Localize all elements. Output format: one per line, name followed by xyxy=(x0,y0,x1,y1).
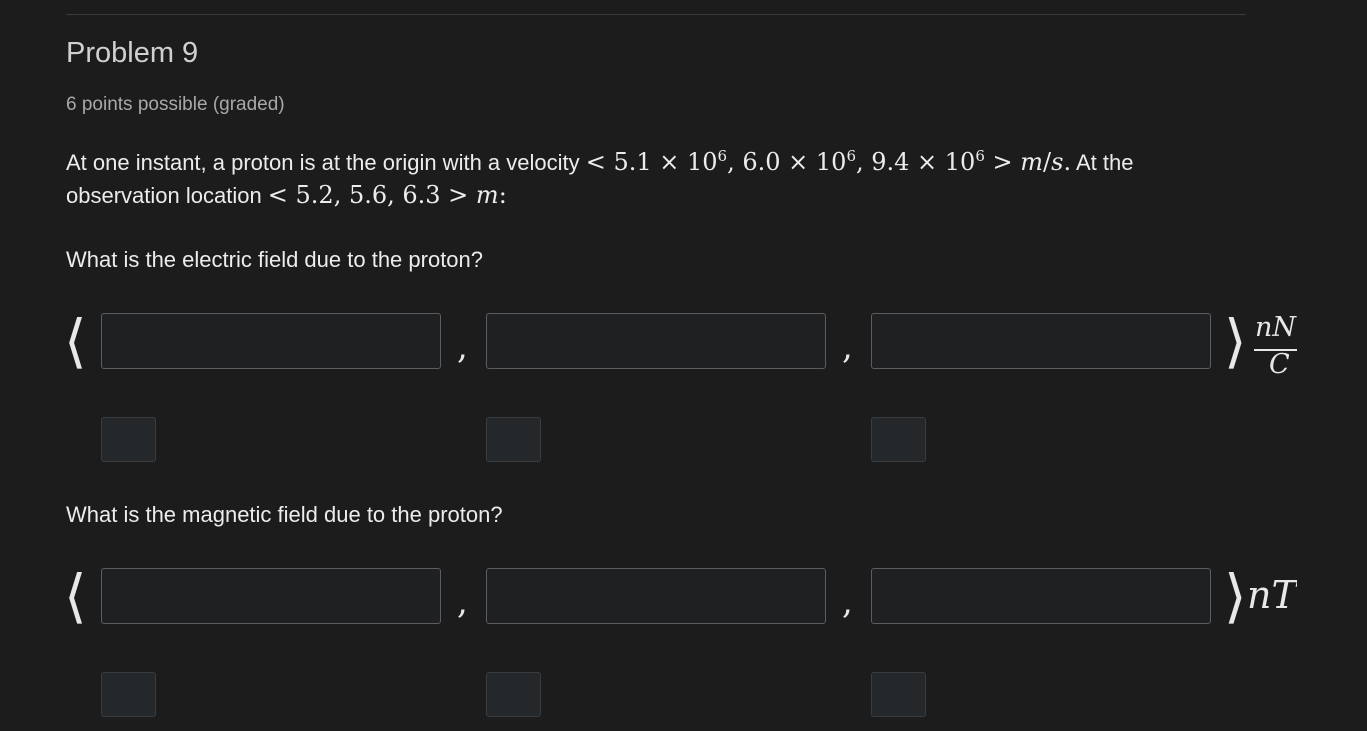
location-math: < 5.2, 5.6, 6.3 > m: xyxy=(267,181,507,209)
electric-comma-1: , xyxy=(457,327,468,367)
statement-prefix: At one instant, a proton is at the origi… xyxy=(66,150,586,175)
problem-statement: At one instant, a proton is at the origi… xyxy=(66,146,1246,212)
electric-right-bracket: ⟩ xyxy=(1224,307,1247,375)
magnetic-x-input[interactable] xyxy=(101,568,441,624)
magnetic-comma-2: , xyxy=(842,582,853,622)
top-divider xyxy=(66,14,1246,15)
magnetic-unit: nT xyxy=(1247,573,1297,617)
electric-field-question: What is the electric field due to the pr… xyxy=(66,247,484,272)
electric-comma-2: , xyxy=(842,327,853,367)
problem-title: Problem 9 xyxy=(66,37,199,69)
electric-x-status xyxy=(101,417,156,462)
electric-z-input[interactable] xyxy=(871,313,1211,369)
electric-unit: nN C xyxy=(1252,312,1297,382)
magnetic-z-status xyxy=(871,672,926,717)
magnetic-z-input[interactable] xyxy=(871,568,1211,624)
electric-y-status xyxy=(486,417,541,462)
magnetic-y-input[interactable] xyxy=(486,568,826,624)
magnetic-comma-1: , xyxy=(457,582,468,622)
velocity-math: < 5.1 × 106, 6.0 × 106, 9.4 × 106 > m/s. xyxy=(585,147,1072,176)
magnetic-y-status xyxy=(486,672,541,717)
electric-unit-numerator: nN xyxy=(1255,312,1297,343)
points-possible: 6 points possible (graded) xyxy=(66,94,285,115)
magnetic-right-bracket: ⟩ xyxy=(1224,562,1247,630)
magnetic-left-bracket: ⟨ xyxy=(64,562,87,630)
electric-x-input[interactable] xyxy=(101,313,441,369)
electric-y-input[interactable] xyxy=(486,313,826,369)
electric-left-bracket: ⟨ xyxy=(64,307,87,375)
electric-z-status xyxy=(871,417,926,462)
magnetic-x-status xyxy=(101,672,156,717)
magnetic-field-question: What is the magnetic field due to the pr… xyxy=(66,502,503,527)
electric-unit-denominator: C xyxy=(1269,349,1290,380)
